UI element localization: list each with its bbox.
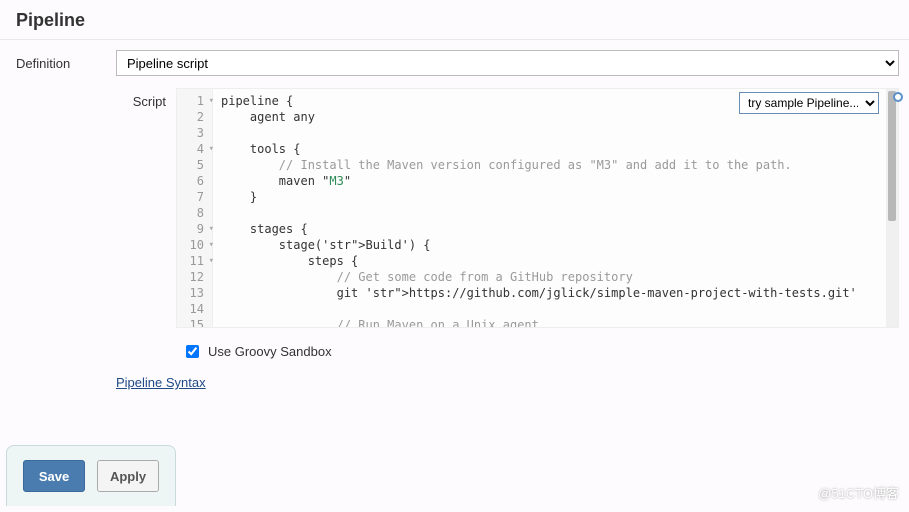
- groovy-sandbox-checkbox[interactable]: [186, 345, 199, 358]
- definition-label: Definition: [16, 56, 116, 71]
- editor-code[interactable]: pipeline { agent any tools { // Install …: [213, 89, 898, 327]
- pipeline-syntax-row: Pipeline Syntax: [116, 375, 909, 390]
- sample-pipeline-dropdown[interactable]: try sample Pipeline...: [739, 92, 879, 114]
- groovy-sandbox-label: Use Groovy Sandbox: [208, 344, 332, 359]
- button-bar: Save Apply: [6, 445, 176, 506]
- definition-row: Definition Pipeline script: [0, 50, 909, 76]
- pipeline-syntax-link[interactable]: Pipeline Syntax: [116, 375, 206, 390]
- save-button[interactable]: Save: [23, 460, 85, 492]
- definition-select[interactable]: Pipeline script: [116, 50, 899, 76]
- apply-button[interactable]: Apply: [97, 460, 159, 492]
- section-title: Pipeline: [0, 0, 909, 40]
- help-icon[interactable]: [893, 92, 903, 102]
- watermark: @51CTO博客: [818, 483, 899, 502]
- editor-scrollbar[interactable]: [886, 89, 898, 327]
- script-editor[interactable]: 1234567891011121314151617 pipeline { age…: [176, 88, 899, 328]
- script-label: Script: [16, 88, 176, 109]
- editor-gutter: 1234567891011121314151617: [177, 89, 213, 327]
- sandbox-row: Use Groovy Sandbox: [182, 342, 909, 361]
- script-row: Script try sample Pipeline... 1234567891…: [0, 88, 909, 328]
